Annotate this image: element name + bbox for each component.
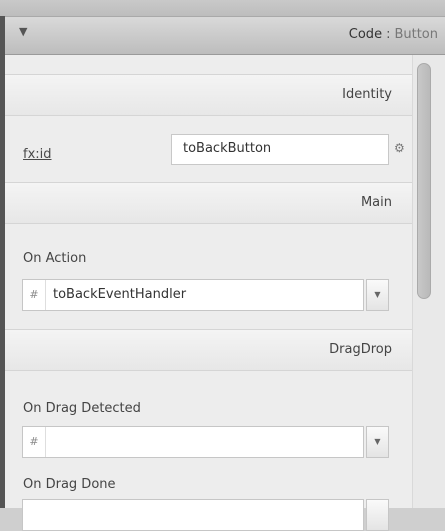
scrollbar-thumb[interactable] [417, 63, 431, 299]
dragdrop-section-title: DragDrop [329, 342, 392, 357]
identity-section-header[interactable]: Identity [5, 74, 412, 116]
code-panel-header[interactable]: ▼ Code: Button [5, 16, 445, 55]
hash-icon: # [23, 280, 46, 310]
on-drag-done-dropdown-button[interactable] [366, 499, 389, 531]
inspector-panel: Identity fx:id toBackButton ⚙ Main On Ac… [5, 55, 412, 531]
on-drag-detected-field[interactable]: # [22, 426, 364, 458]
on-action-dropdown-button[interactable]: ▼ [366, 279, 389, 311]
on-drag-detected-label: On Drag Detected [23, 401, 141, 416]
collapse-arrow-icon[interactable]: ▼ [19, 25, 27, 38]
main-section-title: Main [360, 195, 392, 210]
top-strip: ˙ [0, 0, 445, 16]
panel-title: Code: Button [349, 27, 438, 42]
main-section-header[interactable]: Main [5, 182, 412, 224]
vertical-scrollbar[interactable] [412, 55, 445, 508]
on-drag-detected-dropdown-button[interactable]: ▼ [366, 426, 389, 458]
gear-icon[interactable]: ⚙ [394, 141, 405, 155]
on-action-field[interactable]: # toBackEventHandler [22, 279, 364, 311]
hash-icon: # [23, 427, 46, 457]
on-action-value: toBackEventHandler [53, 287, 187, 302]
dragdrop-section-header[interactable]: DragDrop [5, 329, 412, 371]
on-drag-done-field[interactable] [22, 499, 364, 531]
panel-section-name: Code [348, 27, 383, 42]
fx-id-field[interactable]: toBackButton [171, 134, 389, 165]
identity-section-title: Identity [342, 87, 392, 102]
fx-id-link[interactable]: fx:id [23, 147, 52, 162]
partial-glyph: ˙ [319, 0, 325, 10]
component-type: Button [394, 27, 438, 42]
title-separator: : [386, 27, 391, 42]
on-drag-done-label: On Drag Done [23, 477, 116, 492]
on-action-label: On Action [23, 251, 87, 266]
